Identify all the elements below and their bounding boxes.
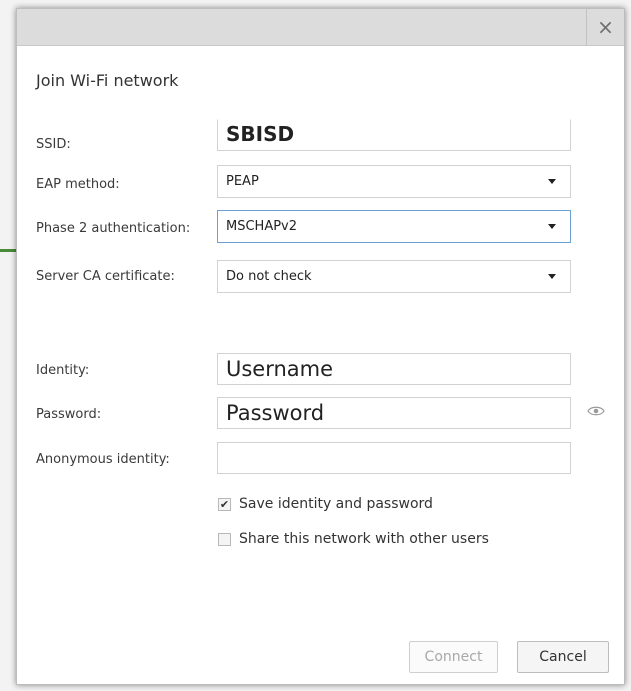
password-label: Password: bbox=[36, 407, 102, 422]
chevron-down-icon bbox=[548, 274, 556, 279]
ssid-label: SSID: bbox=[36, 137, 71, 152]
password-value: Password bbox=[226, 401, 325, 425]
join-wifi-dialog: × Join Wi-Fi network SSID: SBISD EAP met… bbox=[16, 8, 625, 685]
chevron-down-icon bbox=[548, 224, 556, 229]
server-ca-select[interactable]: Do not check bbox=[217, 260, 571, 293]
identity-input[interactable]: Username bbox=[217, 353, 571, 385]
share-network-checkbox-row[interactable]: Share this network with other users bbox=[218, 531, 489, 547]
phase2-auth-label: Phase 2 authentication: bbox=[36, 221, 191, 236]
save-identity-checkbox[interactable]: ✔ bbox=[218, 497, 231, 511]
anonymous-identity-label: Anonymous identity: bbox=[36, 452, 170, 467]
connect-button[interactable]: Connect bbox=[409, 641, 498, 673]
identity-value: Username bbox=[226, 357, 334, 381]
ssid-value: SBISD bbox=[226, 122, 295, 146]
eap-method-label: EAP method: bbox=[36, 177, 120, 192]
save-identity-checkbox-row[interactable]: ✔ Save identity and password bbox=[218, 496, 433, 512]
share-network-checkbox[interactable] bbox=[218, 532, 231, 546]
dialog-title: Join Wi-Fi network bbox=[36, 71, 179, 90]
checkmark-icon: ✔ bbox=[219, 497, 230, 511]
server-ca-label: Server CA certificate: bbox=[36, 269, 175, 284]
cancel-button[interactable]: Cancel bbox=[517, 641, 609, 673]
close-icon: × bbox=[597, 15, 614, 39]
dialog-titlebar: × bbox=[17, 9, 624, 46]
close-button[interactable]: × bbox=[586, 9, 624, 45]
connect-label: Connect bbox=[424, 649, 483, 665]
chevron-down-icon bbox=[548, 179, 556, 184]
identity-label: Identity: bbox=[36, 363, 90, 378]
share-network-label: Share this network with other users bbox=[239, 531, 489, 547]
save-identity-label: Save identity and password bbox=[239, 496, 433, 512]
phase2-auth-select[interactable]: MSCHAPv2 bbox=[217, 210, 571, 243]
anonymous-identity-input[interactable] bbox=[217, 442, 571, 474]
ssid-input[interactable]: SBISD bbox=[217, 119, 571, 151]
background-accent-line bbox=[0, 249, 16, 252]
eap-method-select[interactable]: PEAP bbox=[217, 165, 571, 198]
phase2-auth-value: MSCHAPv2 bbox=[226, 219, 298, 234]
eye-icon[interactable] bbox=[587, 405, 605, 417]
password-input[interactable]: Password bbox=[217, 397, 571, 429]
cancel-label: Cancel bbox=[539, 649, 587, 665]
eap-method-value: PEAP bbox=[226, 174, 259, 189]
server-ca-value: Do not check bbox=[226, 269, 312, 284]
